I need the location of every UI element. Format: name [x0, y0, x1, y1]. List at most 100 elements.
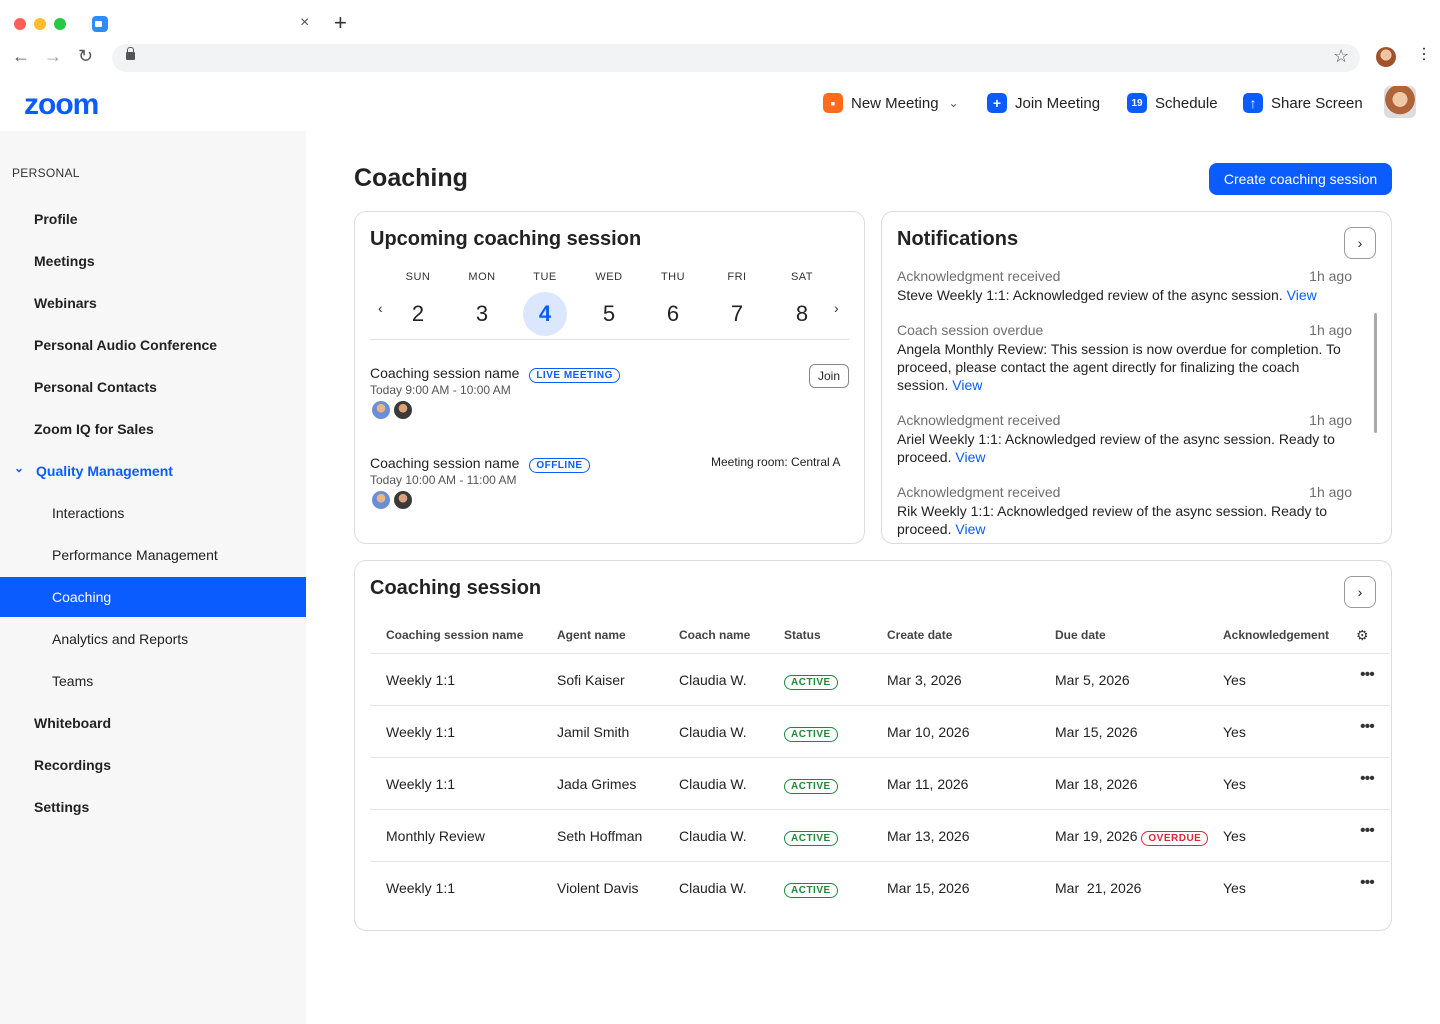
notification-item[interactable]: Acknowledgment received 1h ago Rik Weekly… — [897, 484, 1352, 540]
browser-profile-avatar[interactable] — [1376, 47, 1396, 67]
calendar-next-icon[interactable]: › — [834, 300, 839, 316]
back-icon[interactable]: ← — [12, 46, 30, 67]
column-header[interactable]: Coach name — [679, 628, 750, 642]
table-row[interactable]: Weekly 1:1 Violent Davis Claudia W. ACTI… — [370, 861, 1390, 913]
address-bar[interactable] — [112, 44, 1360, 72]
notification-time: 1h ago — [1309, 484, 1352, 500]
sidebar-item-quality-management[interactable]: ⌄ Quality Management — [0, 451, 306, 491]
day-wed[interactable]: WED 5 — [587, 271, 631, 336]
page-title: Coaching — [354, 164, 468, 192]
lock-icon — [126, 47, 135, 60]
day-mon[interactable]: MON 3 — [460, 271, 504, 336]
session-item[interactable]: Coaching session name OFFLINE — [370, 455, 590, 473]
sidebar-item-personal-audio-conference[interactable]: Personal Audio Conference — [0, 325, 306, 365]
zoom-logo[interactable]: zoom — [24, 88, 99, 122]
sidebar-item-performance-management[interactable]: Performance Management — [0, 535, 306, 575]
tab-close-icon[interactable]: × — [300, 14, 309, 32]
table-row[interactable]: Monthly Review Seth Hoffman Claudia W. A… — [370, 809, 1390, 861]
sidebar-item-webinars[interactable]: Webinars — [0, 283, 306, 323]
cell-create-date: Mar 3, 2026 — [887, 672, 962, 688]
status-badge: ACTIVE — [784, 727, 838, 742]
cell-acknowledgement: Yes — [1223, 828, 1246, 844]
join-button[interactable]: Join — [809, 364, 849, 388]
cell-session-name: Weekly 1:1 — [386, 776, 455, 792]
day-thu[interactable]: THU 6 — [651, 271, 695, 336]
notifications-scrollbar[interactable] — [1374, 313, 1377, 433]
column-header[interactable]: Coaching session name — [386, 628, 523, 642]
notification-type: Acknowledgment received — [897, 268, 1061, 284]
day-sun[interactable]: SUN 2 — [396, 271, 440, 336]
cell-due-date: Mar 15, 2026 — [1055, 724, 1138, 740]
view-link[interactable]: View — [1287, 287, 1317, 303]
status-badge: ACTIVE — [784, 831, 838, 846]
reload-icon[interactable]: ↻ — [78, 46, 93, 67]
sidebar-item-whiteboard[interactable]: Whiteboard — [0, 703, 306, 743]
day-name: THU — [660, 271, 686, 283]
more-actions-icon[interactable]: ••• — [1360, 666, 1375, 684]
chevron-down-icon: ⌄ — [14, 461, 25, 475]
notification-item[interactable]: Acknowledgment received 1h ago Steve Week… — [897, 268, 1352, 304]
notification-item[interactable]: Acknowledgment received 1h ago Ariel Week… — [897, 412, 1352, 466]
day-fri[interactable]: FRI 7 — [715, 271, 759, 336]
table-row[interactable]: Weekly 1:1 Sofi Kaiser Claudia W. ACTIVE… — [370, 653, 1390, 705]
calendar-prev-icon[interactable]: ‹ — [378, 300, 383, 316]
day-sat[interactable]: SAT 8 — [780, 271, 824, 336]
sidebar-item-recordings[interactable]: Recordings — [0, 745, 306, 785]
session-name: Coaching session name — [370, 455, 520, 471]
due-date-text: Mar 19, 2026 — [1055, 828, 1138, 844]
participant-avatar — [370, 489, 392, 511]
column-header[interactable]: Status — [784, 628, 821, 642]
chevron-right-icon[interactable]: › — [1344, 227, 1376, 259]
sidebar-item-profile[interactable]: Profile — [0, 199, 306, 239]
view-link[interactable]: View — [952, 377, 982, 393]
view-link[interactable]: View — [955, 449, 985, 465]
cell-create-date: Mar 15, 2026 — [887, 880, 970, 896]
cell-acknowledgement: Yes — [1223, 776, 1246, 792]
new-tab-icon[interactable]: + — [334, 10, 347, 36]
sidebar-item-meetings[interactable]: Meetings — [0, 241, 306, 281]
sidebar-item-settings[interactable]: Settings — [0, 787, 306, 827]
browser-chrome: × + ← → ↻ ☆ ⋯ — [0, 0, 1440, 80]
more-actions-icon[interactable]: ••• — [1360, 718, 1375, 736]
forward-icon[interactable]: → — [44, 46, 62, 67]
session-item[interactable]: Coaching session name LIVE MEETING — [370, 365, 620, 383]
table-row[interactable]: Weekly 1:1 Jamil Smith Claudia W. ACTIVE… — [370, 705, 1390, 757]
join-meeting-button[interactable]: + Join Meeting — [987, 90, 1100, 116]
cell-create-date: Mar 13, 2026 — [887, 828, 970, 844]
chevron-right-icon[interactable]: › — [1344, 576, 1376, 608]
sidebar-item-interactions[interactable]: Interactions — [0, 493, 306, 533]
create-coaching-session-button[interactable]: Create coaching session — [1209, 163, 1392, 195]
sidebar-item-coaching[interactable]: Coaching — [0, 577, 306, 617]
day-name: SUN — [405, 271, 431, 283]
cell-due-date: Mar 18, 2026 — [1055, 776, 1138, 792]
participant-avatar — [370, 399, 392, 421]
day-tue-selected[interactable]: TUE 4 — [523, 271, 567, 336]
schedule-button[interactable]: 19 Schedule — [1127, 90, 1218, 116]
table-row[interactable]: Weekly 1:1 Jada Grimes Claudia W. ACTIVE… — [370, 757, 1390, 809]
notification-item[interactable]: Coach session overdue 1h ago Angela Month… — [897, 322, 1352, 394]
cell-session-name: Weekly 1:1 — [386, 672, 455, 688]
cell-acknowledgement: Yes — [1223, 880, 1246, 896]
more-actions-icon[interactable]: ••• — [1360, 874, 1375, 892]
share-screen-button[interactable]: ↑ Share Screen — [1243, 90, 1363, 116]
view-link[interactable]: View — [955, 521, 985, 537]
column-header[interactable]: Agent name — [557, 628, 626, 642]
maximize-window-dot[interactable] — [54, 18, 66, 30]
sidebar-item-personal-contacts[interactable]: Personal Contacts — [0, 367, 306, 407]
sidebar-item-teams[interactable]: Teams — [0, 661, 306, 701]
close-window-dot[interactable] — [14, 18, 26, 30]
browser-menu-icon[interactable]: ⋯ — [1414, 46, 1433, 62]
column-header[interactable]: Acknowledgement — [1223, 628, 1329, 642]
column-header[interactable]: Create date — [887, 628, 952, 642]
user-avatar[interactable] — [1384, 86, 1416, 118]
sidebar-item-analytics-reports[interactable]: Analytics and Reports — [0, 619, 306, 659]
column-header[interactable]: Due date — [1055, 628, 1106, 642]
overdue-badge: OVERDUE — [1141, 831, 1209, 846]
new-meeting-button[interactable]: ▪ New Meeting ⌄ — [823, 90, 959, 116]
minimize-window-dot[interactable] — [34, 18, 46, 30]
more-actions-icon[interactable]: ••• — [1360, 770, 1375, 788]
gear-icon[interactable]: ⚙ — [1356, 627, 1369, 644]
sidebar-item-zoom-iq[interactable]: Zoom IQ for Sales — [0, 409, 306, 449]
bookmark-star-icon[interactable]: ☆ — [1333, 46, 1349, 67]
more-actions-icon[interactable]: ••• — [1360, 822, 1375, 840]
